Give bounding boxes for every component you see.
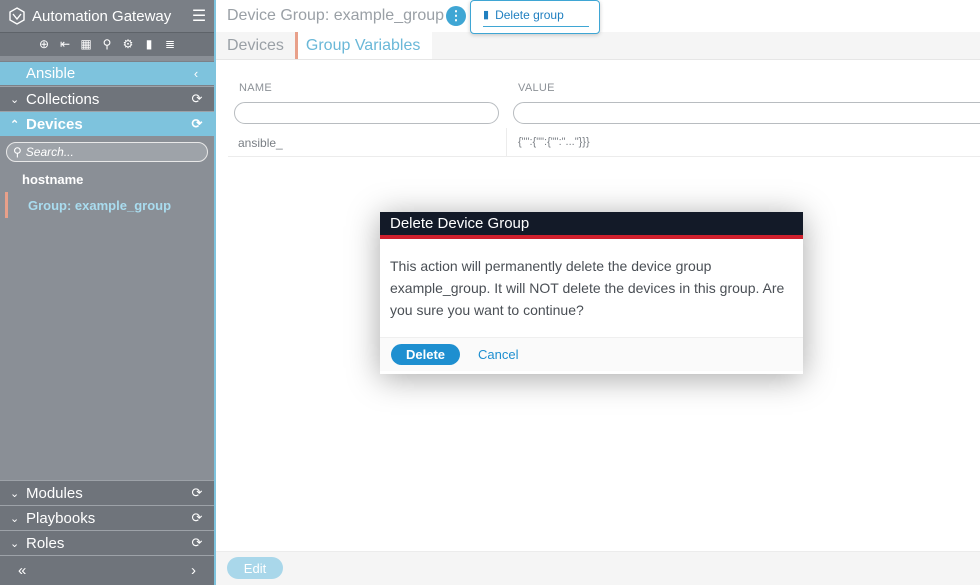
search-icon[interactable]: ⚲ — [101, 38, 114, 51]
app-logo-icon — [8, 7, 26, 25]
logout-icon[interactable]: ⇤ — [59, 38, 72, 51]
cancel-button[interactable]: Cancel — [478, 347, 518, 362]
chevron-down-icon: ⌄ — [10, 512, 20, 525]
search-placeholder: Search... — [25, 145, 74, 159]
tab-bar: Devices Group Variables — [216, 32, 980, 60]
chevron-down-icon: ⌄ — [10, 537, 20, 550]
page-title: Device Group: example_group — [227, 7, 445, 24]
chevron-up-icon: ⌃ — [10, 118, 20, 131]
device-item-group[interactable]: Group: example_group — [5, 192, 214, 218]
sidebar-search-input[interactable]: ⚲ Search... — [6, 142, 208, 162]
edit-button[interactable]: Edit — [227, 557, 283, 579]
file-icon[interactable]: ▮ — [143, 38, 156, 51]
delete-device-group-dialog: Delete Device Group This action will per… — [380, 212, 803, 374]
dialog-message: This action will permanently delete the … — [380, 239, 803, 338]
grid-icon[interactable]: ▦ — [80, 38, 93, 51]
device-item-hostname[interactable]: hostname — [0, 166, 214, 192]
more-options-icon[interactable]: ⋮ — [446, 6, 467, 26]
trash-icon: ▮ — [483, 9, 490, 21]
app-title-bar: Automation Gateway ☰ — [0, 0, 214, 32]
refresh-icon[interactable]: ⟳ — [180, 535, 214, 551]
column-divider — [506, 128, 507, 156]
sidebar-item-collections[interactable]: ⌄ Collections ⟳ — [0, 86, 214, 111]
table-cell-name: ansible_ — [238, 136, 283, 150]
sidebar-item-label: Devices — [26, 115, 83, 133]
sidebar-ansible-header[interactable]: Ansible ‹ — [0, 61, 214, 86]
delete-group-menu-item[interactable]: ▮ Delete group — [483, 8, 589, 27]
list-icon[interactable]: ≣ — [164, 38, 177, 51]
column-header-name: NAME — [239, 82, 272, 94]
chevron-down-icon: ⌄ — [10, 93, 20, 106]
refresh-icon[interactable]: ⟳ — [180, 510, 214, 526]
refresh-icon[interactable]: ⟳ — [180, 116, 214, 132]
name-filter-input[interactable] — [234, 102, 499, 124]
chevron-left-icon[interactable]: ‹ — [178, 66, 214, 81]
value-filter-input[interactable] — [513, 102, 980, 124]
dialog-actions: Delete Cancel — [380, 338, 803, 371]
sidebar-item-label: Roles — [26, 534, 65, 552]
add-icon[interactable]: ⊕ — [38, 38, 51, 51]
dialog-title: Delete Device Group — [380, 212, 803, 239]
search-icon: ⚲ — [13, 145, 22, 159]
actions-popover: ▮ Delete group — [470, 0, 600, 34]
tab-devices[interactable]: Devices — [216, 32, 295, 59]
app-title: Automation Gateway — [32, 7, 172, 25]
sidebar-item-label: Modules — [26, 484, 83, 502]
refresh-icon[interactable]: ⟳ — [180, 485, 214, 501]
collapse-sidebar-icon[interactable]: « — [18, 562, 26, 579]
sidebar-item-label: Collections — [26, 90, 100, 108]
tab-group-variables[interactable]: Group Variables — [294, 32, 433, 59]
sidebar-item-roles[interactable]: ⌄ Roles ⟳ — [0, 530, 214, 555]
sidebar-item-playbooks[interactable]: ⌄ Playbooks ⟳ — [0, 505, 214, 530]
refresh-icon[interactable]: ⟳ — [180, 91, 214, 107]
footer-bar: Edit — [216, 551, 980, 585]
table-cell-value: {"":{"":{"":"..."}}} — [518, 136, 590, 148]
sidebar-item-devices[interactable]: ⌃ Devices ⟳ — [0, 111, 214, 136]
delete-group-label: Delete group — [495, 7, 564, 22]
sidebar-item-modules[interactable]: ⌄ Modules ⟳ — [0, 480, 214, 505]
sidebar-item-label: Playbooks — [26, 509, 96, 527]
delete-button[interactable]: Delete — [391, 344, 460, 365]
chevron-down-icon: ⌄ — [10, 487, 20, 500]
table-row-divider — [228, 156, 980, 157]
sidebar-footer: « › — [0, 555, 214, 585]
sidebar-bottom: ⌄ Modules ⟳ ⌄ Playbooks ⟳ ⌄ Roles ⟳ « › — [0, 480, 214, 585]
sidebar: Automation Gateway ☰ ⊕ ⇤ ▦ ⚲ ⚙ ▮ ≣ Ansib… — [0, 0, 216, 585]
ansible-label: Ansible — [26, 65, 76, 82]
sidebar-toolbar: ⊕ ⇤ ▦ ⚲ ⚙ ▮ ≣ — [0, 32, 214, 56]
column-header-value: VALUE — [518, 82, 555, 94]
hamburger-icon[interactable]: ☰ — [184, 6, 214, 26]
gear-icon[interactable]: ⚙ — [122, 38, 135, 51]
expand-icon[interactable]: › — [191, 562, 196, 579]
